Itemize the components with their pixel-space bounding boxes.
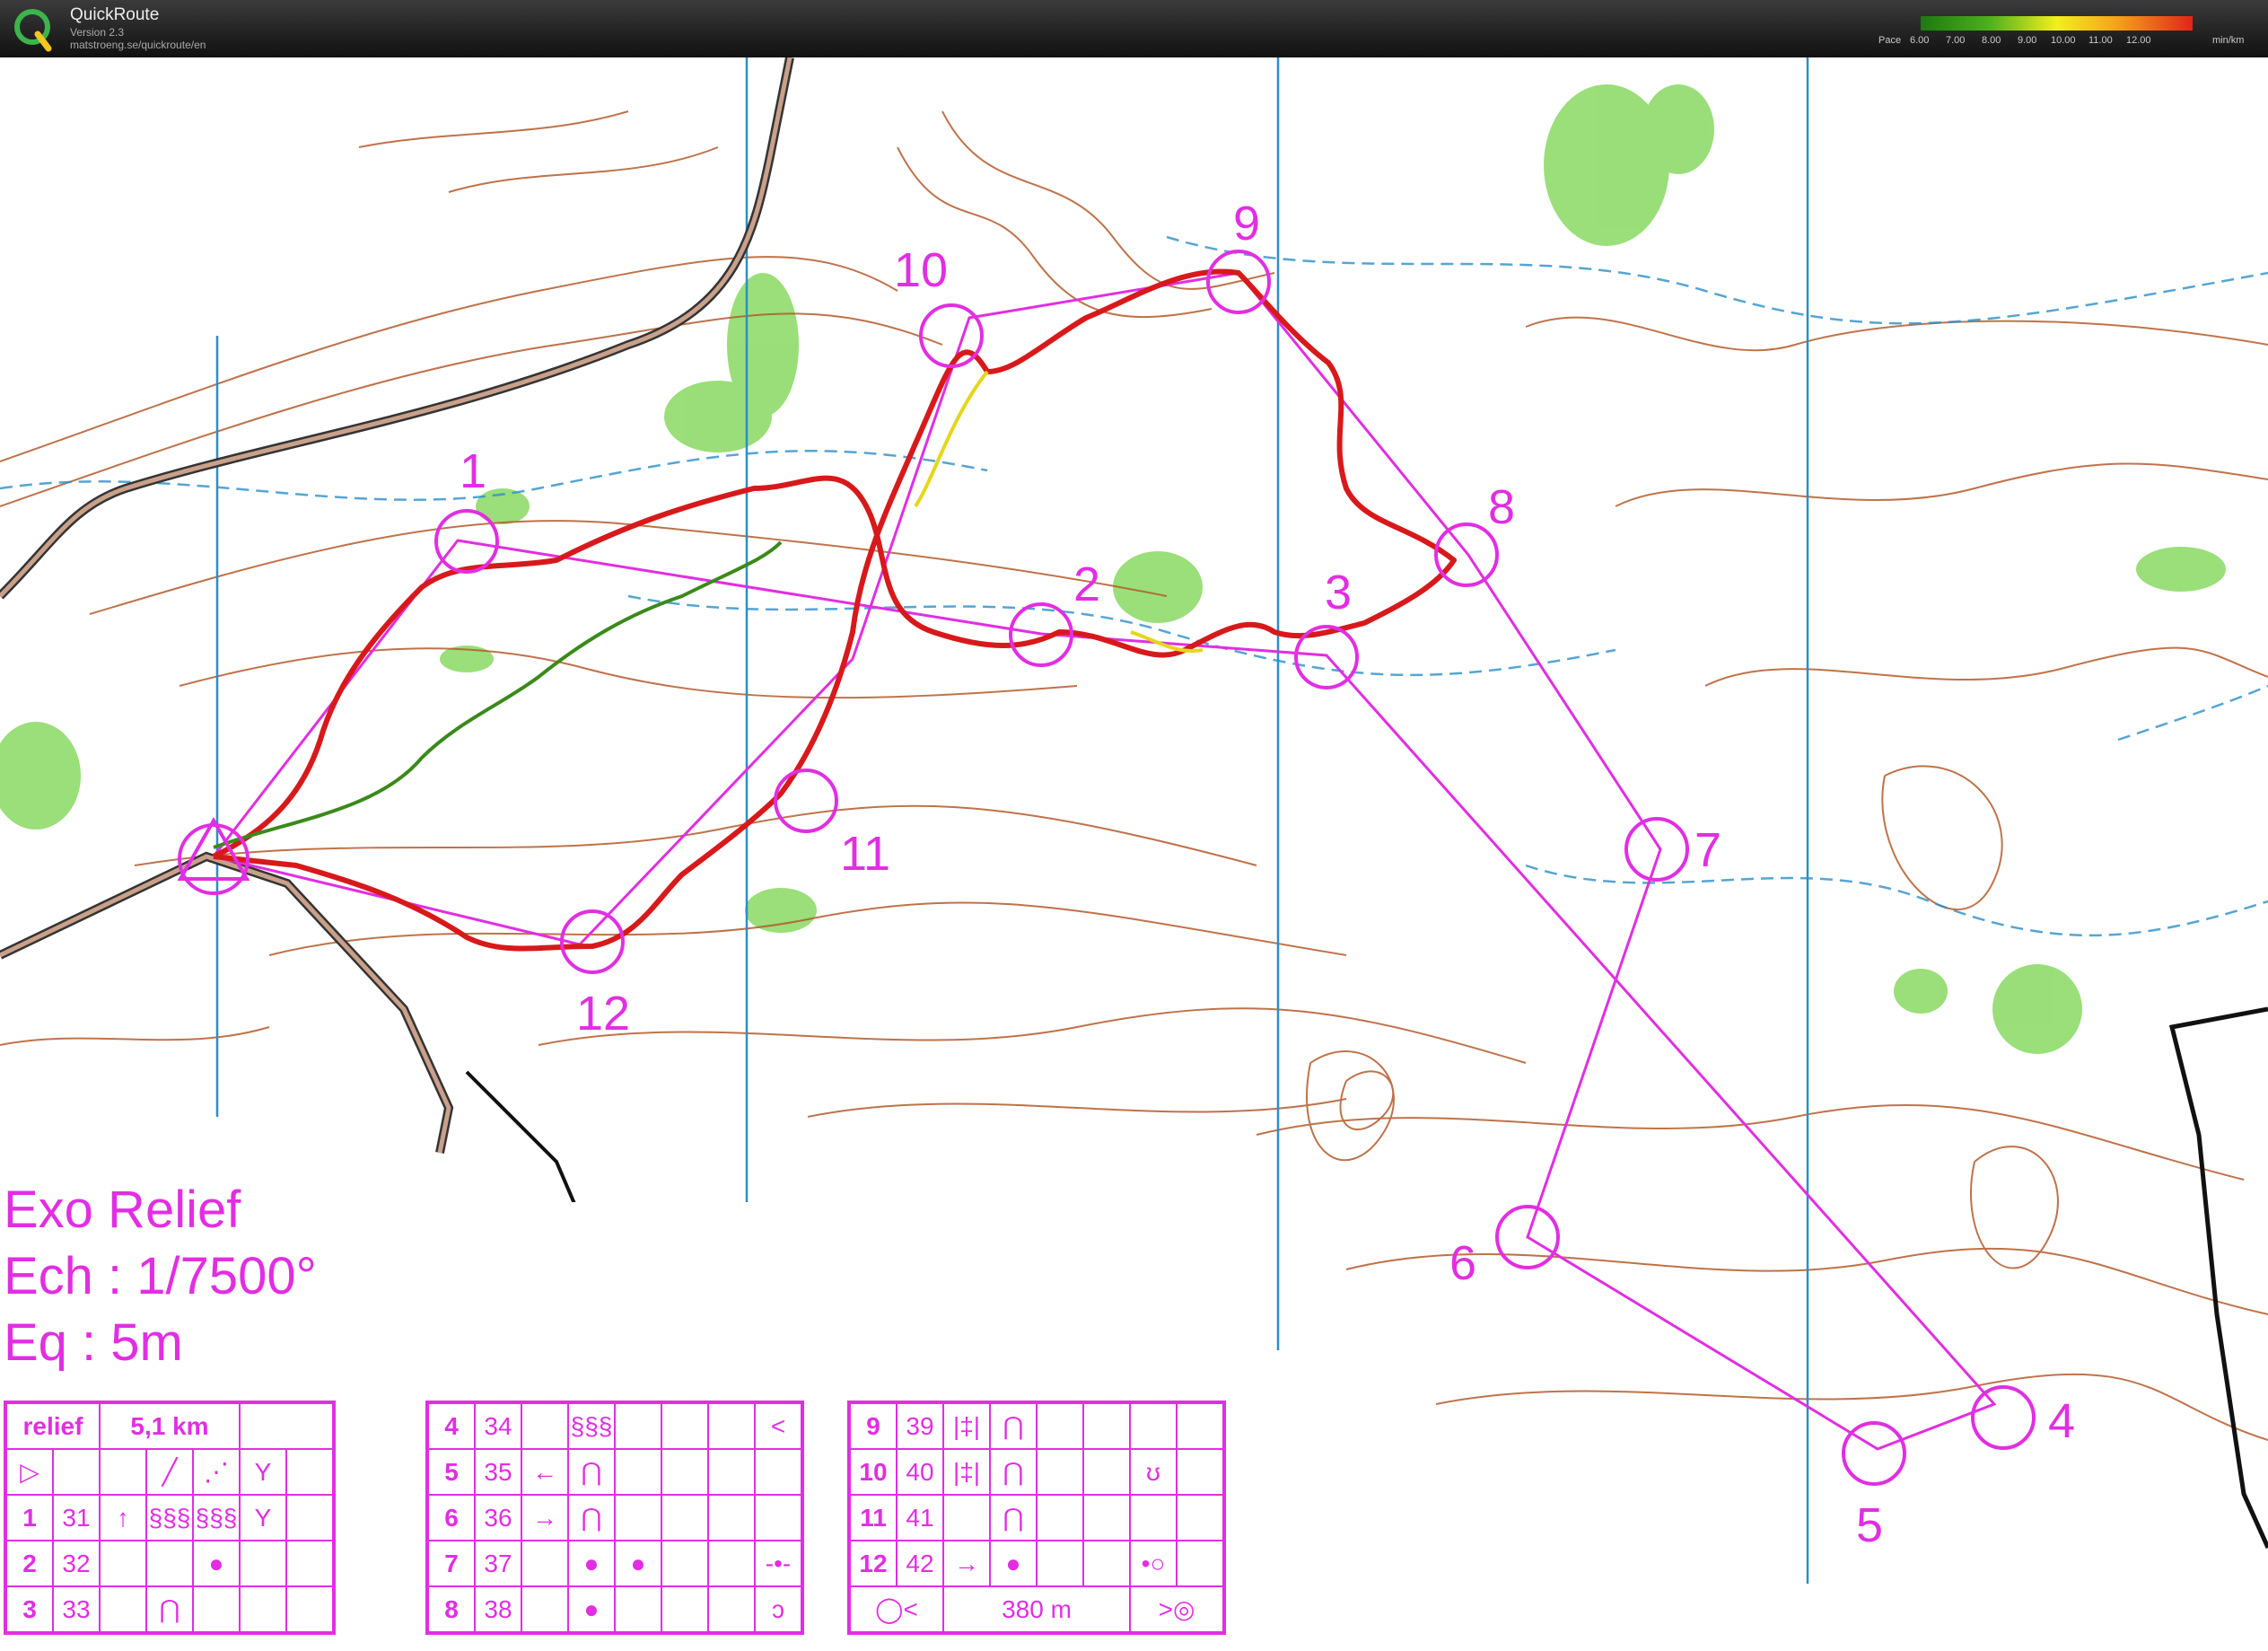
table-row: 6 36 → ⋂: [426, 1494, 803, 1541]
map-title: Exo Relief: [4, 1181, 241, 1239]
control-description-table-b: 4 34 §§§ < 5 35 ← ⋂ 6 36 → ⋂ 7 37 ● ● -•…: [425, 1401, 804, 1635]
pace-unit: min/km: [2212, 35, 2245, 46]
table-row: 11 41 ⋂: [848, 1494, 1225, 1541]
control-number: 5: [1856, 1498, 1884, 1552]
pace-tick: 7.00: [1946, 35, 1966, 46]
finish-distance: 380 m: [942, 1585, 1131, 1634]
pace-tick: 11.00: [2088, 35, 2113, 46]
table-row: 9 39 |‡| ⋂: [848, 1401, 1225, 1450]
description-header-row: relief 5,1 km: [4, 1401, 335, 1450]
pace-tick: 6.00: [1910, 35, 1930, 46]
path-icon: ⋰: [192, 1448, 241, 1496]
control-number: 11: [840, 827, 891, 881]
control-description-table-a: relief 5,1 km ▷ ╱ ⋰ Y 1 31 ↑ §§§ §§§ Y 2…: [4, 1401, 336, 1635]
pace-color-scale: [1921, 16, 2193, 31]
table-row: 1 31 ↑ §§§ §§§ Y: [4, 1494, 335, 1541]
app-url: matstroeng.se/quickroute/en: [70, 39, 206, 51]
map-scale: Ech : 1/7500°: [4, 1247, 317, 1305]
finish-row: ◯< 380 m >◎: [848, 1585, 1225, 1634]
start-triangle-icon: ▷: [4, 1448, 54, 1496]
finish-start-icon: ◯<: [848, 1585, 944, 1634]
app-version: Version 2.3: [70, 26, 125, 39]
control-description-table-c: 9 39 |‡| ⋂ 10 40 |‡| ⋂ ʊ 11 41 ⋂ 12 42 →…: [847, 1401, 1226, 1635]
table-row: 4 34 §§§ <: [426, 1401, 803, 1450]
control-number: 2: [1073, 558, 1101, 611]
app-name: QuickRoute: [70, 5, 160, 24]
vegetation-layer: [0, 84, 2226, 1054]
pace-tick: 8.00: [1982, 35, 2001, 46]
pace-tick: 9.00: [2018, 35, 2037, 46]
quickroute-toolbar: QuickRoute Version 2.3 matstroeng.se/qui…: [0, 0, 2268, 57]
path-icon: ╱: [145, 1448, 194, 1496]
control-number: 12: [576, 987, 631, 1041]
table-row: 7 37 ● ● -•-: [426, 1540, 803, 1587]
table-row: 5 35 ← ⋂: [426, 1448, 803, 1496]
orienteering-map[interactable]: 1 2 3 4 5 6 7 8 9 10 11 12 Exo Relief Ec…: [0, 57, 2268, 1651]
control-number: 3: [1325, 566, 1353, 619]
finish-icon: >◎: [1129, 1585, 1225, 1634]
table-row: 3 33 ⋂: [4, 1585, 335, 1634]
course-name: relief: [4, 1401, 101, 1450]
control-number: 7: [1694, 823, 1722, 877]
quickroute-logo-icon: [14, 9, 52, 52]
junction-icon: Y: [239, 1448, 287, 1496]
control-number: 9: [1233, 197, 1261, 250]
control-number: 1: [460, 444, 487, 498]
control-number: 6: [1449, 1236, 1477, 1290]
table-row: 12 42 → ● •○: [848, 1540, 1225, 1587]
pace-tick: 12.00: [2126, 35, 2151, 46]
course-length: 5,1 km: [99, 1401, 241, 1450]
control-number: 4: [2048, 1394, 2076, 1448]
start-row: ▷ ╱ ⋰ Y: [4, 1448, 335, 1496]
table-row: 2 32 ●: [4, 1540, 335, 1587]
table-row: 8 38 ● ᴐ: [426, 1585, 803, 1634]
control-number: 8: [1488, 480, 1516, 534]
control-number: 10: [894, 243, 949, 297]
table-row: 10 40 |‡| ⋂ ʊ: [848, 1448, 1225, 1496]
pace-legend-label: Pace: [1878, 35, 1902, 46]
map-contour-interval: Eq : 5m: [4, 1313, 183, 1372]
pace-tick: 10.00: [2051, 35, 2076, 46]
